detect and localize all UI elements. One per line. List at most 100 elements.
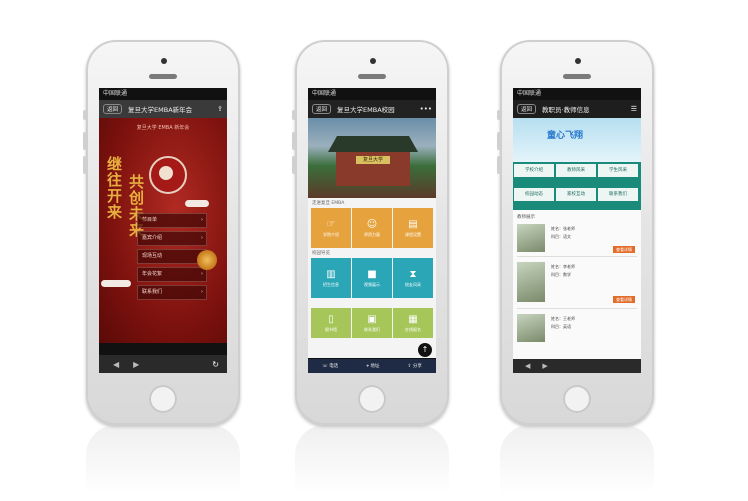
category-button[interactable]: 校园动态 <box>514 187 554 201</box>
phone-1-screen: 中国联通 返回 复旦大学EMBA新年会 ⇪ 复旦大学 EMBA 新年会 继往开来… <box>99 88 227 373</box>
chevron-right-icon: › <box>201 217 203 223</box>
section-label: 校园导览 <box>312 251 330 256</box>
front-camera <box>161 58 167 64</box>
phone-2-screen: 中国联通 返回 复旦大学EMBA校园 ••• 复旦大学 走进复旦 EMBA ☞ 学… <box>308 88 436 373</box>
refresh-icon[interactable]: ↻ <box>212 360 219 369</box>
front-camera <box>370 58 376 64</box>
detail-button[interactable]: 查看详情 <box>613 246 635 253</box>
home-button[interactable] <box>149 385 177 413</box>
tab-share[interactable]: ⇪ 分享 <box>408 363 422 369</box>
avatar <box>517 262 545 302</box>
back-button[interactable]: 返回 <box>103 104 123 114</box>
back-arrow-icon[interactable]: ◀ <box>525 362 530 370</box>
volume-up-button <box>83 132 87 150</box>
menu-icon[interactable]: ☰ <box>631 105 637 113</box>
phone-reflection <box>86 425 240 495</box>
book-icon: ▥ <box>326 268 336 280</box>
tab-phone[interactable]: ☏ 电话 <box>322 363 338 369</box>
tile-button[interactable]: ▦ 在线报名 <box>393 308 433 338</box>
mute-switch <box>83 110 87 120</box>
header-banner: 童心飞翔 <box>513 118 641 162</box>
front-camera <box>575 58 581 64</box>
open-book-icon: ▯ <box>328 313 334 325</box>
forward-arrow-icon[interactable]: ▶ <box>133 360 139 369</box>
phone-reflection <box>295 425 449 495</box>
category-grid: 学校介绍 教师风采 学生风采 校园动态 家校互动 联系我们 <box>513 162 641 210</box>
tile-button[interactable]: ■ 视频展示 <box>352 258 392 298</box>
tile-button[interactable]: ☞ 学院介绍 <box>311 208 351 248</box>
phone-1: 中国联通 返回 复旦大学EMBA新年会 ⇪ 复旦大学 EMBA 新年会 继往开来… <box>83 40 240 425</box>
earpiece <box>149 74 177 79</box>
tile-row: ☞ 学院介绍 ☺ 师资力量 ▤ 课程设置 <box>311 208 433 248</box>
list-header: 教师展示 <box>517 215 535 220</box>
red-banner: 复旦大学 EMBA 新年会 继往开来 共创未来 节目单› 嘉宾介绍› 现场互动›… <box>99 118 227 343</box>
phone-3-screen: 中国联通 返回 教职员·教师信息 ☰ 童心飞翔 学校介绍 教师风采 学生风采 校… <box>513 88 641 373</box>
mute-switch <box>292 110 296 120</box>
tile-button[interactable]: ▥ 招生信息 <box>311 258 351 298</box>
menu-item[interactable]: 年会花絮 › <box>137 267 207 282</box>
status-bar: 中国联通 <box>513 88 641 100</box>
phone-icon: ☏ <box>322 364 328 369</box>
category-button[interactable]: 学校介绍 <box>514 163 554 177</box>
document-icon: ▤ <box>408 218 418 230</box>
tile-button[interactable]: ☺ 师资力量 <box>352 208 392 248</box>
cloud-decoration <box>101 280 131 287</box>
chevron-right-icon: › <box>201 289 203 295</box>
page-title: 复旦大学EMBA新年会 <box>128 106 193 114</box>
list-item[interactable]: 姓名：王老师 科目：英语 <box>517 312 637 346</box>
page-title: 教职员·教师信息 <box>542 106 590 114</box>
video-icon: ■ <box>367 268 377 280</box>
home-button[interactable] <box>358 385 386 413</box>
detail-button[interactable]: 查看详情 <box>613 296 635 303</box>
tile-button[interactable]: ⧗ 校友风采 <box>393 258 433 298</box>
nav-bar: 返回 复旦大学EMBA新年会 ⇪ <box>99 100 227 118</box>
list-item[interactable]: 姓名：张老师 科目：语文 查看详情 <box>517 222 637 257</box>
menu-item[interactable]: 嘉宾介绍 › <box>137 231 207 246</box>
volume-down-button <box>83 156 87 174</box>
hourglass-icon: ⧗ <box>409 268 417 280</box>
gate-roof <box>328 136 418 152</box>
gate-plaque: 复旦大学 <box>356 156 390 164</box>
share-icon[interactable]: ⇪ <box>217 105 223 113</box>
share-icon: ⇪ <box>407 364 412 369</box>
nav-bar: 返回 复旦大学EMBA校园 ••• <box>308 100 436 118</box>
menu-item[interactable]: 节目单 › <box>137 213 207 228</box>
category-button[interactable]: 学生风采 <box>598 163 638 177</box>
tile-button[interactable]: ▤ 课程设置 <box>393 208 433 248</box>
contact-card-icon: ▣ <box>367 313 377 325</box>
form-icon: ▦ <box>408 313 418 325</box>
back-button[interactable]: 返回 <box>517 104 537 114</box>
hand-icon: ☞ <box>326 218 336 230</box>
status-bar: 中国联通 <box>308 88 436 100</box>
chevron-right-icon: › <box>201 271 203 277</box>
tile-row: ▥ 招生信息 ■ 视频展示 ⧗ 校友风采 <box>311 258 433 298</box>
status-bar: 中国联通 <box>99 88 227 100</box>
category-button[interactable]: 家校互动 <box>556 187 596 201</box>
list-item[interactable]: 姓名：李老师 科目：数学 查看详情 <box>517 260 637 309</box>
scroll-top-button[interactable]: ↑ <box>418 343 432 357</box>
earpiece <box>563 74 591 79</box>
avatar <box>517 224 545 252</box>
volume-down-button <box>292 156 296 174</box>
tile-button[interactable]: ▣ 联系我们 <box>352 308 392 338</box>
back-arrow-icon[interactable]: ◀ <box>113 360 119 369</box>
category-button[interactable]: 联系我们 <box>598 187 638 201</box>
tab-bar: ☏ 电话 ⌖ 地址 ⇪ 分享 <box>308 359 436 373</box>
bottom-toolbar: ◀ ▶ <box>513 359 641 373</box>
home-button[interactable] <box>563 385 591 413</box>
tab-location[interactable]: ⌖ 地址 <box>366 363 379 369</box>
forward-arrow-icon[interactable]: ▶ <box>542 362 547 370</box>
person-icon: ☺ <box>366 218 378 230</box>
phone-2: 中国联通 返回 复旦大学EMBA校园 ••• 复旦大学 走进复旦 EMBA ☞ 学… <box>292 40 449 425</box>
volume-up-button <box>292 132 296 150</box>
section-label: 走进复旦 EMBA <box>312 201 345 206</box>
teacher-list: 教师展示 姓名：张老师 科目：语文 查看详情 姓名：李老师 科目：数学 查看详情… <box>513 210 641 360</box>
tile-button[interactable]: ▯ 图书馆 <box>311 308 351 338</box>
more-icon[interactable]: ••• <box>420 105 432 113</box>
lion-knocker-icon <box>197 250 217 270</box>
menu-item[interactable]: 联系我们 › <box>137 285 207 300</box>
category-button[interactable]: 教师风采 <box>556 163 596 177</box>
campus-photo: 复旦大学 <box>308 118 436 198</box>
earpiece <box>358 74 386 79</box>
back-button[interactable]: 返回 <box>312 104 332 114</box>
